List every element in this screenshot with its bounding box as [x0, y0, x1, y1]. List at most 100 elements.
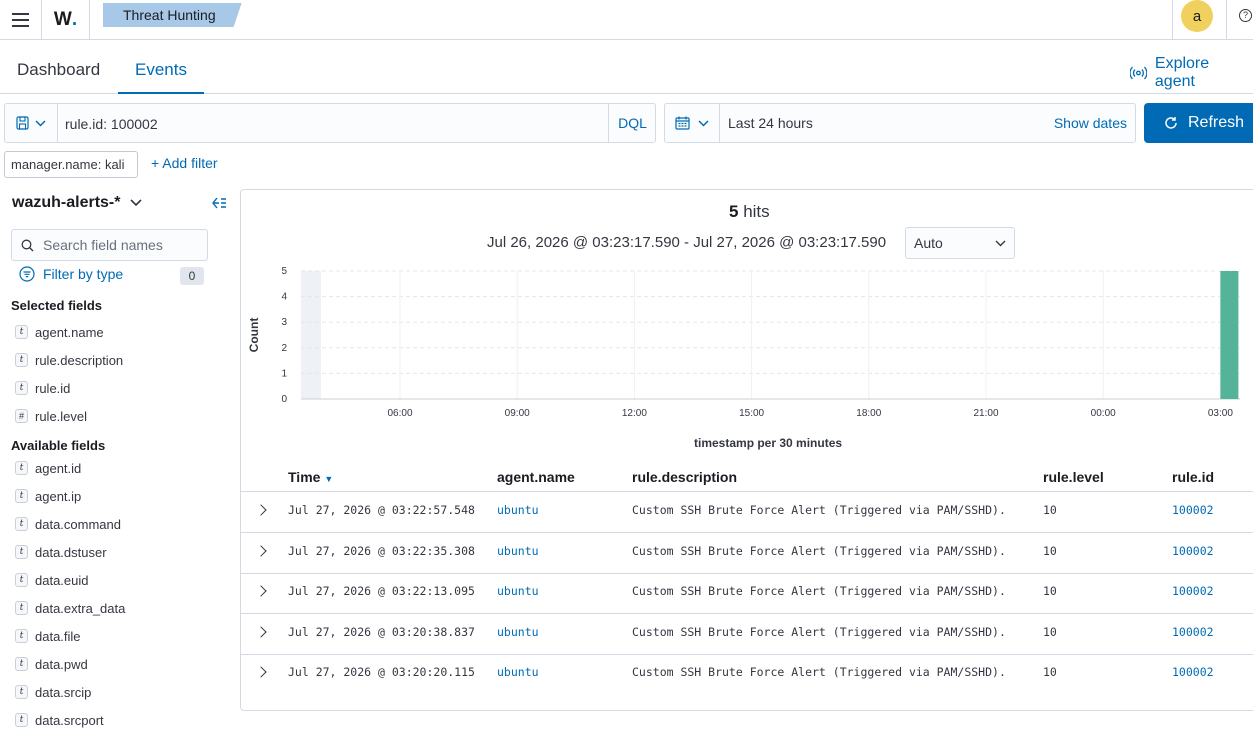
x-tick-label: 18:00	[856, 408, 881, 419]
cell-rule-id-link[interactable]: 100002	[1172, 503, 1214, 517]
field-item[interactable]: t agent.ip	[15, 486, 81, 506]
column-header-agent-name[interactable]: agent.name	[497, 469, 575, 485]
tab-events[interactable]: Events	[118, 40, 204, 94]
y-axis-title: Count	[247, 318, 261, 353]
cell-time: Jul 27, 2026 @ 03:22:35.308	[288, 544, 475, 558]
field-item[interactable]: t data.dstuser	[15, 542, 107, 562]
cell-rule-id-link[interactable]: 100002	[1172, 584, 1214, 598]
cell-time: Jul 27, 2026 @ 03:22:57.548	[288, 503, 475, 517]
string-type-icon: t	[15, 601, 28, 615]
field-item[interactable]: t agent.id	[15, 458, 81, 478]
cell-time: Jul 27, 2026 @ 03:22:13.095	[288, 584, 475, 598]
expand-row-icon[interactable]	[255, 626, 267, 638]
menu-button[interactable]	[0, 0, 42, 39]
column-header-rule-level[interactable]: rule.level	[1043, 469, 1104, 485]
date-picker: Last 24 hours Show dates	[664, 103, 1136, 143]
filter-by-type-label: Filter by type	[43, 266, 124, 282]
cell-level: 10	[1043, 544, 1057, 558]
string-type-icon: t	[15, 545, 28, 559]
divider	[1226, 0, 1227, 39]
string-type-icon: t	[15, 517, 28, 531]
field-item[interactable]: t data.command	[15, 514, 121, 534]
field-item[interactable]: t rule.id	[15, 378, 70, 398]
filter-pill-manager-name[interactable]: manager.name: kali	[4, 151, 138, 178]
index-pattern-selector[interactable]: wazuh-alerts-*	[12, 194, 143, 212]
cell-description: Custom SSH Brute Force Alert (Triggered …	[632, 503, 1006, 517]
column-header-rule-id[interactable]: rule.id	[1172, 469, 1214, 485]
field-item[interactable]: t rule.description	[15, 350, 123, 370]
filter-count-badge: 0	[180, 267, 204, 285]
y-tick-label: 3	[281, 317, 287, 328]
cell-agent-link[interactable]: ubuntu	[497, 625, 539, 639]
saved-queries-button[interactable]	[5, 104, 58, 142]
field-item[interactable]: t data.pwd	[15, 654, 88, 674]
filter-by-type-button[interactable]: Filter by type	[19, 266, 123, 282]
help-icon[interactable]: ?	[1239, 9, 1252, 22]
y-tick-label: 0	[281, 394, 287, 405]
string-type-icon: t	[15, 461, 28, 475]
field-item[interactable]: t data.srcip	[15, 682, 91, 702]
expand-row-icon[interactable]	[255, 666, 267, 678]
cell-description: Custom SSH Brute Force Alert (Triggered …	[632, 544, 1006, 558]
field-item[interactable]: t data.file	[15, 626, 81, 646]
field-item[interactable]: t data.srcport	[15, 710, 104, 730]
table-row: Jul 27, 2026 @ 03:22:13.095 ubuntu Custo…	[241, 573, 1253, 614]
field-item[interactable]: t data.euid	[15, 570, 89, 590]
expand-row-icon[interactable]	[255, 585, 267, 597]
interval-value: Auto	[914, 235, 943, 251]
quick-select-button[interactable]	[665, 104, 720, 142]
cell-rule-id-link[interactable]: 100002	[1172, 544, 1214, 558]
column-header-time[interactable]: Time ▼	[288, 469, 333, 485]
tab-dashboard[interactable]: Dashboard	[0, 40, 117, 94]
query-input[interactable]: rule.id: 100002	[65, 116, 158, 132]
string-type-icon: t	[15, 381, 28, 395]
time-range-label[interactable]: Last 24 hours	[728, 115, 813, 131]
cell-level: 10	[1043, 665, 1057, 679]
wazuh-logo[interactable]: W.	[42, 0, 90, 39]
save-icon	[16, 116, 29, 130]
cell-level: 10	[1043, 503, 1057, 517]
hits-count: 5 hits	[729, 202, 770, 221]
y-tick-label: 1	[281, 368, 287, 379]
show-dates-button[interactable]: Show dates	[1054, 115, 1127, 131]
add-filter-button[interactable]: + Add filter	[151, 155, 218, 171]
table-row: Jul 27, 2026 @ 03:20:20.115 ubuntu Custo…	[241, 654, 1253, 695]
cell-agent-link[interactable]: ubuntu	[497, 503, 539, 517]
available-fields-title: Available fields	[11, 438, 106, 453]
cell-agent-link[interactable]: ubuntu	[497, 584, 539, 598]
cell-rule-id-link[interactable]: 100002	[1172, 665, 1214, 679]
cell-rule-id-link[interactable]: 100002	[1172, 625, 1214, 639]
explore-agent-label: Explore agent	[1154, 55, 1210, 90]
field-item[interactable]: # rule.level	[15, 406, 87, 426]
histogram-chart[interactable]: 0 1 2 3 4 5 06:00 09:00 12:00 15:00 18:00 21:00 00:0…	[241, 260, 1253, 435]
x-tick-label: 06:00	[387, 408, 412, 419]
cell-time: Jul 27, 2026 @ 03:20:20.115	[288, 665, 475, 679]
field-item[interactable]: t data.extra_data	[15, 598, 125, 618]
string-type-icon: t	[15, 573, 28, 587]
field-search-input[interactable]	[43, 230, 203, 260]
refresh-button[interactable]: Refresh	[1144, 103, 1253, 143]
expand-row-icon[interactable]	[255, 545, 267, 557]
cell-agent-link[interactable]: ubuntu	[497, 665, 539, 679]
cell-description: Custom SSH Brute Force Alert (Triggered …	[632, 584, 1006, 598]
expand-row-icon[interactable]	[255, 504, 267, 516]
search-icon	[21, 239, 34, 252]
module-tabs: Dashboard Events Explore agent	[0, 40, 1253, 94]
collapse-sidebar-icon[interactable]	[212, 196, 227, 213]
explore-agent-button[interactable]: Explore agent	[1130, 55, 1253, 91]
refresh-label: Refresh	[1188, 114, 1245, 131]
column-header-rule-description[interactable]: rule.description	[632, 469, 737, 485]
histogram-bar	[1220, 271, 1239, 399]
results-panel: 5 hits Jul 26, 2026 @ 03:23:17.590 - Jul…	[240, 189, 1253, 711]
query-bar: rule.id: 100002 DQL	[4, 103, 656, 143]
table-row: Jul 27, 2026 @ 03:20:38.837 ubuntu Custo…	[241, 614, 1253, 655]
chevron-down-icon	[130, 199, 143, 207]
query-language-button[interactable]: DQL	[608, 104, 656, 142]
cell-agent-link[interactable]: ubuntu	[497, 544, 539, 558]
string-type-icon: t	[15, 713, 28, 727]
user-avatar[interactable]: a	[1181, 0, 1213, 32]
breadcrumb-threat-hunting[interactable]: Threat Hunting	[103, 3, 242, 27]
x-tick-label: 15:00	[739, 408, 764, 419]
field-item[interactable]: t agent.name	[15, 322, 104, 342]
interval-select[interactable]: Auto	[905, 227, 1015, 259]
